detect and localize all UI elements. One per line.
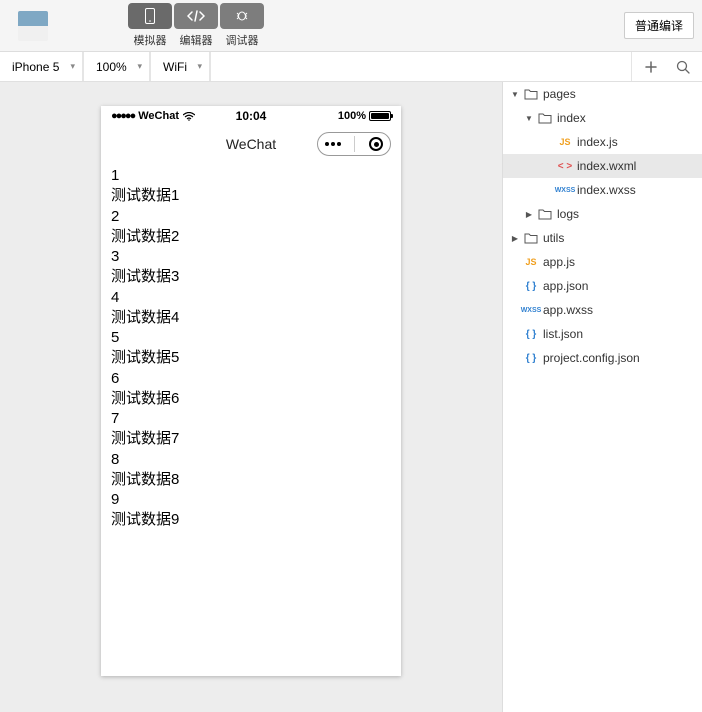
content-line: 4 (111, 288, 391, 308)
phone-icon (145, 8, 155, 24)
tree-label: logs (557, 207, 579, 221)
tree-item-project-config-json[interactable]: { } project.config.json (503, 346, 702, 370)
folder-icon (537, 112, 553, 124)
content-line: 9 (111, 490, 391, 510)
content-line: 3 (111, 247, 391, 267)
tree-caret-icon: ▶ (525, 210, 533, 219)
content-line: 8 (111, 450, 391, 470)
file-tree-panel: ▼ pages ▼ index JS index.js < > index.wxml WXSS i… (502, 82, 702, 712)
content-line: 测试数据8 (111, 470, 391, 490)
content-line: 测试数据9 (111, 510, 391, 530)
editor-label: 编辑器 (180, 32, 213, 48)
tree-item-index[interactable]: ▼ index (503, 106, 702, 130)
add-button[interactable] (644, 60, 658, 74)
tree-label: pages (543, 87, 576, 101)
capsule-divider (354, 136, 355, 152)
folder-icon (523, 88, 539, 100)
content-line: 测试数据3 (111, 267, 391, 287)
tree-label: index (557, 111, 586, 125)
avatar[interactable] (18, 11, 48, 41)
phone-content: 1测试数据12测试数据23测试数据34测试数据45测试数据56测试数据67测试数… (101, 162, 401, 535)
tree-caret-icon: ▶ (511, 234, 519, 243)
search-icon (676, 60, 690, 74)
wxss-icon: WXSS (523, 307, 539, 314)
content-line: 6 (111, 369, 391, 389)
close-target-icon[interactable] (369, 137, 383, 151)
js-icon: JS (523, 257, 539, 267)
content-line: 7 (111, 409, 391, 429)
battery-icon (369, 111, 391, 121)
tree-item-index-wxss[interactable]: WXSS index.wxss (503, 178, 702, 202)
content-line: 测试数据2 (111, 227, 391, 247)
bug-icon (234, 10, 250, 22)
js-icon: JS (557, 137, 573, 147)
menu-dots-icon[interactable] (325, 142, 341, 146)
code-icon (187, 10, 205, 22)
tree-item-logs[interactable]: ▶ logs (503, 202, 702, 226)
top-toolbar: 模拟器 编辑器 调试器 普通编译 (0, 0, 702, 52)
tree-item-app-wxss[interactable]: WXSS app.wxss (503, 298, 702, 322)
tree-label: app.js (543, 255, 575, 269)
debugger-button[interactable] (220, 3, 264, 29)
carrier-label: WeChat (138, 110, 179, 122)
battery-pct: 100% (338, 110, 366, 122)
search-button[interactable] (676, 60, 690, 74)
folder-icon (537, 208, 553, 220)
wifi-icon (183, 112, 195, 121)
capsule-menu (317, 132, 391, 156)
compile-button[interactable]: 普通编译 (624, 12, 694, 39)
network-select[interactable]: WiFi ▾ (151, 52, 211, 81)
folder-icon (523, 232, 539, 244)
status-bar: ●●●●● WeChat 10:04 100% (101, 106, 401, 126)
main-area: ●●●●● WeChat 10:04 100% WeChat (0, 82, 702, 712)
device-select[interactable]: iPhone 5 ▾ (0, 52, 84, 81)
phone-simulator: ●●●●● WeChat 10:04 100% WeChat (101, 106, 401, 676)
nav-title: WeChat (226, 136, 276, 152)
tree-label: index.wxss (577, 183, 636, 197)
sub-toolbar: iPhone 5 ▾ 100% ▾ WiFi ▾ (0, 52, 702, 82)
content-line: 测试数据6 (111, 389, 391, 409)
tree-item-pages[interactable]: ▼ pages (503, 82, 702, 106)
editor-button[interactable] (174, 3, 218, 29)
tree-label: project.config.json (543, 351, 640, 365)
json-icon: { } (523, 281, 539, 292)
content-line: 测试数据5 (111, 348, 391, 368)
tree-caret-icon: ▼ (511, 90, 519, 99)
nav-bar: WeChat (101, 126, 401, 162)
simulator-button[interactable] (128, 3, 172, 29)
debugger-label: 调试器 (226, 32, 259, 48)
status-time: 10:04 (236, 109, 267, 123)
content-line: 2 (111, 207, 391, 227)
zoom-select[interactable]: 100% ▾ (84, 52, 151, 81)
content-line: 5 (111, 328, 391, 348)
json-icon: { } (523, 329, 539, 340)
json-icon: { } (523, 353, 539, 364)
tree-label: app.wxss (543, 303, 593, 317)
content-line: 测试数据4 (111, 308, 391, 328)
content-line: 测试数据7 (111, 429, 391, 449)
tree-label: app.json (543, 279, 588, 293)
simulator-label: 模拟器 (134, 32, 167, 48)
tool-group: 模拟器 编辑器 调试器 (128, 3, 264, 48)
tree-label: index.wxml (577, 159, 636, 173)
simulator-area: ●●●●● WeChat 10:04 100% WeChat (0, 82, 502, 712)
wxml-icon: < > (557, 161, 573, 172)
signal-dots-icon: ●●●●● (111, 110, 134, 122)
tree-label: list.json (543, 327, 583, 341)
tree-item-utils[interactable]: ▶ utils (503, 226, 702, 250)
content-line: 1 (111, 166, 391, 186)
tree-item-index-wxml[interactable]: < > index.wxml (503, 154, 702, 178)
content-line: 测试数据1 (111, 186, 391, 206)
wxss-icon: WXSS (557, 187, 573, 194)
tree-item-app-js[interactable]: JS app.js (503, 250, 702, 274)
plus-icon (644, 60, 658, 74)
tree-item-app-json[interactable]: { } app.json (503, 274, 702, 298)
tree-label: index.js (577, 135, 618, 149)
tree-caret-icon: ▼ (525, 114, 533, 123)
tree-label: utils (543, 231, 564, 245)
tree-item-list-json[interactable]: { } list.json (503, 322, 702, 346)
tree-item-index-js[interactable]: JS index.js (503, 130, 702, 154)
